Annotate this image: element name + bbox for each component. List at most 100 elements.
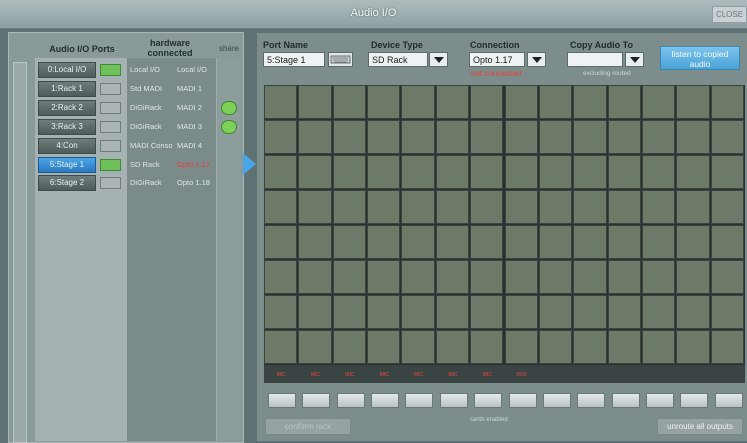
card-slot-cell[interactable] [264,295,298,329]
connection-select[interactable]: Opto 1.17 [469,52,525,67]
slot-select-button[interactable] [577,393,606,408]
card-slot-cell[interactable] [710,260,744,294]
copy-audio-dropdown-icon[interactable] [625,52,644,67]
card-slot-cell[interactable] [470,330,504,364]
card-slot-cell[interactable] [641,330,676,364]
copy-audio-select[interactable] [567,52,623,67]
card-slot-cell[interactable] [676,120,710,154]
card-slot-cell[interactable] [641,120,676,154]
card-slot-cell[interactable] [538,295,573,329]
port-row[interactable]: 4:Con MADI Conso MADI 4 [38,138,238,154]
card-slot-cell[interactable] [641,85,676,119]
card-slot-cell[interactable] [641,295,676,329]
card-slot-cell[interactable] [264,155,298,189]
card-slot-cell[interactable] [676,330,710,364]
close-button[interactable]: CLOSE [712,6,747,23]
card-slot-cell[interactable] [298,120,332,154]
card-slot-cell[interactable] [470,190,504,224]
card-slot-cell[interactable] [607,330,641,364]
port-row[interactable]: 3:Rack 3 DiGiRack MADI 3 [38,119,238,135]
card-slot-cell[interactable] [573,225,607,259]
card-slot-cell[interactable] [332,225,367,259]
listen-copied-audio-button[interactable]: listen to copied audio [660,46,740,70]
card-slot-cell[interactable] [367,295,401,329]
port-active-indicator[interactable] [100,121,121,133]
card-slot-cell[interactable] [573,120,607,154]
card-slot-cell[interactable] [538,330,573,364]
slot-select-button[interactable] [405,393,434,408]
port-button[interactable]: 3:Rack 3 [38,119,96,135]
card-slot-cell[interactable] [676,155,710,189]
share-indicator-icon[interactable] [221,120,237,134]
card-slot-cell[interactable] [401,330,435,364]
card-slot-cell[interactable] [367,85,401,119]
slot-select-button[interactable] [439,393,468,408]
slot-select-button[interactable] [302,393,331,408]
card-slot-cell[interactable] [332,120,367,154]
card-slot-cell[interactable] [504,120,538,154]
card-slot-cell[interactable] [470,120,504,154]
card-slot-cell[interactable] [641,190,676,224]
card-slot-cell[interactable] [401,190,435,224]
card-slot-cell[interactable] [710,155,744,189]
card-slot-cell[interactable] [332,155,367,189]
card-slot-cell[interactable] [676,85,710,119]
slot-select-button[interactable] [542,393,571,408]
card-slot-cell[interactable] [710,295,744,329]
card-slot-cell[interactable] [401,85,435,119]
card-slot-cell[interactable] [264,225,298,259]
card-slot-cell[interactable] [641,155,676,189]
card-slot-cell[interactable] [607,295,641,329]
card-slot-cell[interactable] [435,155,470,189]
card-slot-cell[interactable] [435,190,470,224]
card-slot-cell[interactable] [332,260,367,294]
card-slot-cell[interactable] [470,295,504,329]
port-button[interactable]: 0:Local I/O [38,62,96,78]
card-slot-cell[interactable] [401,155,435,189]
card-slot-cell[interactable] [401,295,435,329]
card-slot-cell[interactable] [607,225,641,259]
card-slot-cell[interactable] [298,295,332,329]
card-slot-cell[interactable] [504,260,538,294]
card-slot-cell[interactable] [367,260,401,294]
card-slot-cell[interactable] [573,190,607,224]
card-slot-cell[interactable] [435,225,470,259]
port-active-indicator[interactable] [100,83,121,95]
port-row[interactable]: 0:Local I/O Local I/O Local I/O [38,62,238,78]
card-slot-cell[interactable] [367,120,401,154]
slot-select-button[interactable] [474,393,503,408]
card-slot-cell[interactable] [332,190,367,224]
card-slot-cell[interactable] [367,330,401,364]
port-button[interactable]: 2:Rack 2 [38,100,96,116]
card-slot-cell[interactable] [298,225,332,259]
card-slot-cell[interactable] [367,155,401,189]
card-slot-cell[interactable] [641,225,676,259]
card-slot-cell[interactable] [641,260,676,294]
card-slot-cell[interactable] [470,85,504,119]
card-slot-cell[interactable] [504,330,538,364]
keyboard-icon[interactable] [328,52,353,67]
card-slot-cell[interactable] [332,295,367,329]
card-slot-cell[interactable] [298,85,332,119]
card-slot-cell[interactable] [607,120,641,154]
card-slot-cell[interactable] [298,190,332,224]
port-row[interactable]: 6:Stage 2 DiGiRack Opto 1.18 [38,175,238,191]
card-slot-cell[interactable] [573,330,607,364]
card-slot-cell[interactable] [538,190,573,224]
card-slot-cell[interactable] [332,85,367,119]
card-slot-cell[interactable] [607,260,641,294]
card-slot-cell[interactable] [264,260,298,294]
card-slot-cell[interactable] [367,190,401,224]
card-slot-cell[interactable] [573,295,607,329]
card-slot-cell[interactable] [470,225,504,259]
card-slot-cell[interactable] [298,155,332,189]
card-slot-cell[interactable] [470,155,504,189]
slot-select-button[interactable] [268,393,296,408]
card-slot-cell[interactable] [504,190,538,224]
card-slot-cell[interactable] [298,330,332,364]
card-slot-cell[interactable] [573,85,607,119]
card-slot-cell[interactable] [298,260,332,294]
slot-select-button[interactable] [336,393,365,408]
card-slot-cell[interactable] [538,155,573,189]
card-slot-cell[interactable] [264,330,298,364]
